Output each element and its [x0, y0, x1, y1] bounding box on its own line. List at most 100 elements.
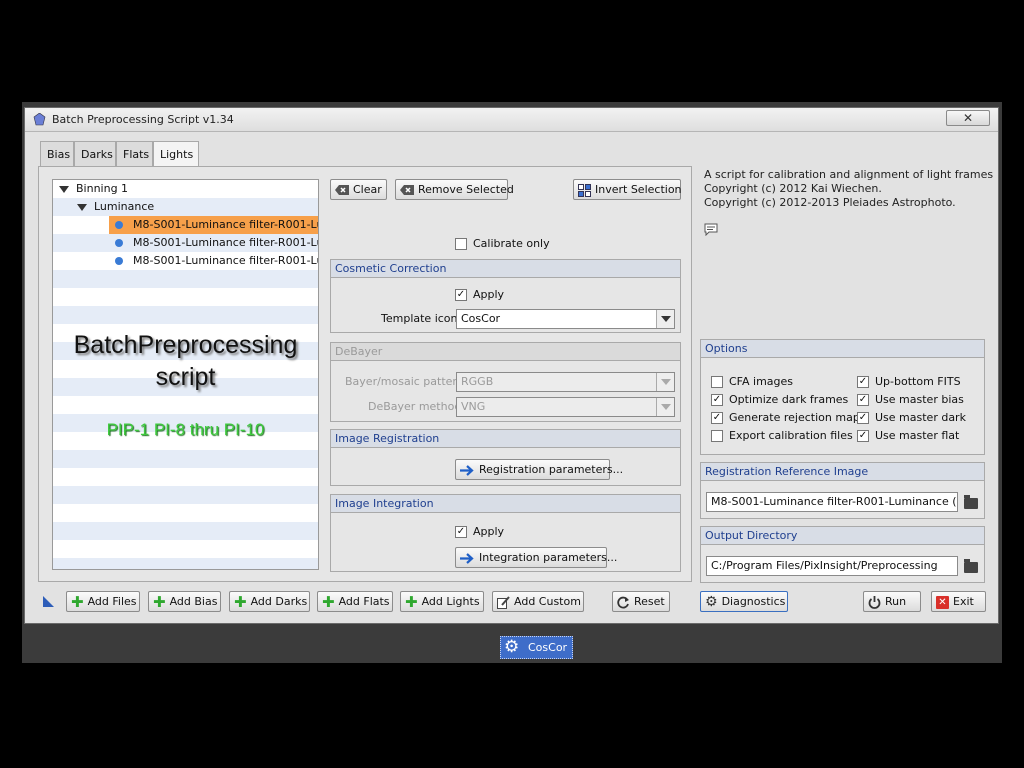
plus-icon: ✚: [153, 592, 166, 611]
remove-icon: [400, 185, 414, 195]
coscor-process-icon[interactable]: ⚙ CosCor: [500, 636, 573, 659]
process-icon-label: CosCor: [528, 641, 568, 654]
group-header: Registration Reference Image: [701, 463, 984, 481]
registration-parameters-button[interactable]: Registration parameters...: [455, 459, 623, 480]
exit-label: Exit: [953, 595, 974, 608]
file-name: M8-S001-Luminance filter-R001-Lu...: [133, 236, 319, 249]
option-label: Use master dark: [875, 411, 966, 424]
invert-selection-label: Invert Selection: [595, 183, 682, 196]
tree-node-label: Luminance: [94, 200, 155, 213]
invert-selection-button[interactable]: Invert Selection: [573, 179, 682, 200]
tree-file-item[interactable]: M8-S001-Luminance filter-R001-Lu...: [109, 234, 318, 252]
option-label: CFA images: [729, 375, 794, 388]
tree-file-item[interactable]: M8-S001-Luminance filter-R001-Lu...: [109, 252, 318, 270]
add-darks-button[interactable]: ✚ Add Darks: [229, 591, 310, 612]
debayer-method-select[interactable]: VNG: [456, 397, 675, 417]
template-icon-label: Template icon:: [381, 312, 462, 325]
option-label: Optimize dark frames: [729, 393, 849, 406]
tab-lights[interactable]: Lights: [153, 141, 199, 168]
integration-parameters-button[interactable]: Integration parameters...: [455, 547, 617, 568]
debayer-method-label: DeBayer method:: [368, 400, 466, 413]
chevron-down-icon[interactable]: [656, 398, 674, 416]
folder-icon[interactable]: [964, 495, 978, 509]
overlay-title-line: script: [155, 363, 216, 391]
add-custom-button[interactable]: Add Custom: [492, 591, 584, 612]
cosmetic-apply-checkbox[interactable]: ✓: [455, 289, 467, 301]
batch-preprocessing-window: Batch Preprocessing Script v1.34 ✕ Bias …: [24, 107, 999, 624]
tab-bias[interactable]: Bias: [40, 141, 74, 167]
add-lights-button[interactable]: ✚ Add Lights: [400, 591, 484, 612]
output-directory-field[interactable]: C:/Program Files/PixInsight/Preprocessin…: [706, 556, 958, 576]
option-label: Up-bottom FITS: [875, 375, 961, 388]
up-bottom-fits-checkbox[interactable]: ✓: [857, 376, 869, 388]
comment-icon[interactable]: [704, 223, 718, 236]
select-value: VNG: [461, 400, 486, 413]
edit-icon: [497, 595, 510, 609]
use-master-dark-checkbox[interactable]: ✓: [857, 412, 869, 424]
run-button[interactable]: Run: [863, 591, 921, 612]
add-files-button[interactable]: ✚ Add Files: [66, 591, 140, 612]
file-status-icon: [115, 239, 123, 247]
plus-icon: ✚: [322, 592, 335, 611]
folder-icon[interactable]: [964, 559, 978, 573]
app-icon: [33, 113, 46, 126]
arrow-right-icon: [460, 464, 474, 476]
calibrate-only-checkbox[interactable]: [455, 238, 467, 250]
description-line: Copyright (c) 2012 Kai Wiechen.: [704, 182, 882, 195]
close-button[interactable]: ✕: [946, 110, 990, 126]
gear-icon: ⚙: [504, 637, 520, 657]
template-icon-select[interactable]: CosCor: [456, 309, 675, 329]
add-flats-button[interactable]: ✚ Add Flats: [317, 591, 393, 612]
image-registration-group: Image Registration Registration paramete…: [330, 429, 681, 486]
integration-apply-checkbox[interactable]: ✓: [455, 526, 467, 538]
exit-button[interactable]: ✕ Exit: [931, 591, 986, 612]
apply-label: Apply: [473, 288, 505, 301]
chevron-down-icon[interactable]: [656, 310, 674, 328]
remove-selected-button[interactable]: Remove Selected: [395, 179, 514, 200]
group-header: Cosmetic Correction: [331, 260, 680, 278]
bayer-pattern-select[interactable]: RGGB: [456, 372, 675, 392]
export-calibration-files-checkbox[interactable]: [711, 430, 723, 442]
clear-button[interactable]: Clear: [330, 179, 387, 200]
diagnostics-button[interactable]: ⚙ Diagnostics: [700, 591, 788, 612]
option-label: Use master flat: [875, 429, 960, 442]
remove-selected-label: Remove Selected: [418, 183, 514, 196]
registration-reference-group: Registration Reference Image M8-S001-Lum…: [700, 462, 985, 519]
cfa-images-checkbox[interactable]: [711, 376, 723, 388]
reset-button[interactable]: Reset: [612, 591, 670, 612]
overlay-subtitle: PIP-1 PI-8 thru PI-10: [106, 420, 265, 439]
expand-arrow-icon[interactable]: [59, 186, 69, 193]
invert-selection-icon: [578, 183, 591, 197]
file-status-icon: [115, 257, 123, 265]
plus-icon: ✚: [71, 592, 84, 611]
output-directory-group: Output Directory C:/Program Files/PixIns…: [700, 526, 985, 583]
tree-node-luminance[interactable]: Luminance: [53, 198, 318, 216]
debayer-group: DeBayer Bayer/mosaic pattern: RGGB DeBay…: [330, 342, 681, 422]
tree-file-item[interactable]: M8-S001-Luminance filter-R001-Lu...: [109, 216, 318, 234]
use-master-flat-checkbox[interactable]: ✓: [857, 430, 869, 442]
file-status-icon: [115, 221, 123, 229]
resize-grip-icon[interactable]: [43, 596, 54, 607]
bayer-pattern-label: Bayer/mosaic pattern:: [345, 375, 468, 388]
add-bias-button[interactable]: ✚ Add Bias: [148, 591, 221, 612]
expand-arrow-icon[interactable]: [77, 204, 87, 211]
registration-reference-field[interactable]: M8-S001-Luminance filter-R001-Luminance …: [706, 492, 958, 512]
image-integration-group: Image Integration ✓ Apply Integration pa…: [330, 494, 681, 572]
add-darks-label: Add Darks: [250, 595, 308, 608]
optimize-dark-frames-checkbox[interactable]: ✓: [711, 394, 723, 406]
tree-node-binning[interactable]: Binning 1: [53, 180, 318, 198]
overlay-title: BatchPreprocessing script: [53, 329, 318, 393]
registration-parameters-label: Registration parameters...: [479, 463, 624, 476]
power-icon: [868, 595, 881, 609]
plus-icon: ✚: [405, 592, 418, 611]
tab-darks[interactable]: Darks: [74, 141, 116, 167]
chevron-down-icon[interactable]: [656, 373, 674, 391]
use-master-bias-checkbox[interactable]: ✓: [857, 394, 869, 406]
add-lights-label: Add Lights: [421, 595, 480, 608]
description-line: Copyright (c) 2012-2013 Pleiades Astroph…: [704, 196, 956, 209]
select-value: RGGB: [461, 375, 494, 388]
generate-rejection-maps-checkbox[interactable]: ✓: [711, 412, 723, 424]
description-line: A script for calibration and alignment o…: [704, 168, 994, 181]
title-bar[interactable]: Batch Preprocessing Script v1.34 ✕: [25, 108, 998, 132]
tab-flats[interactable]: Flats: [116, 141, 153, 167]
